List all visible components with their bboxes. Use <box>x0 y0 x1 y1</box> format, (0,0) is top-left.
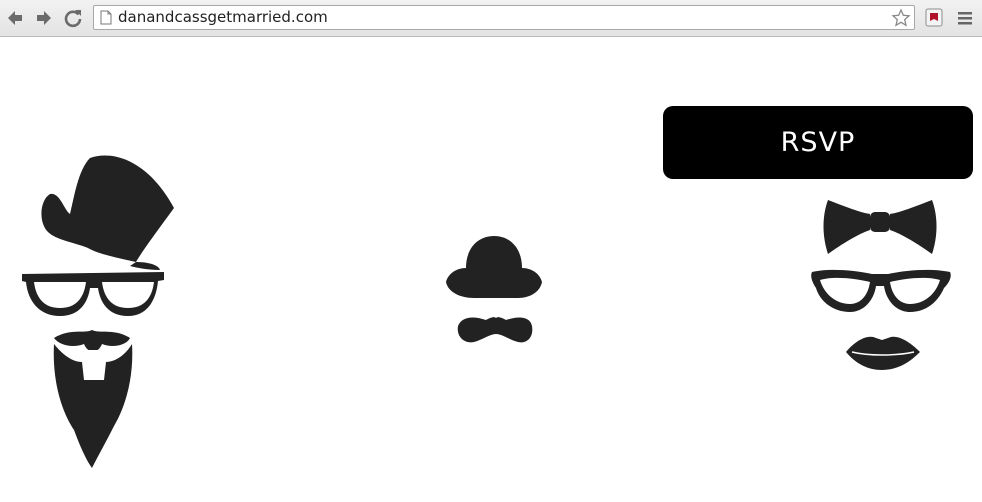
bowler-hat-icon <box>446 236 542 298</box>
bowler-illustration <box>446 236 542 343</box>
top-hat-icon <box>41 155 174 262</box>
bride-illustration <box>811 200 951 370</box>
forward-icon[interactable] <box>33 7 55 29</box>
groom-illustration <box>22 155 174 468</box>
reload-icon[interactable] <box>62 7 84 29</box>
address-bar[interactable]: danandcassgetmarried.com <box>93 5 915 30</box>
glasses-icon <box>22 272 164 316</box>
star-icon[interactable] <box>891 8 911 28</box>
bowtie-icon <box>823 200 937 254</box>
menu-icon[interactable] <box>957 9 973 27</box>
cat-eye-glasses-icon <box>811 269 951 312</box>
mustache-icon <box>457 317 533 343</box>
page-icon <box>100 10 112 25</box>
browser-toolbar: danandcassgetmarried.com <box>0 0 982 37</box>
beard-icon <box>53 330 133 468</box>
back-icon[interactable] <box>4 7 26 29</box>
rsvp-button[interactable]: RSVP <box>663 106 973 179</box>
extension-icon[interactable] <box>925 8 943 27</box>
url-text[interactable]: danandcassgetmarried.com <box>118 8 328 27</box>
